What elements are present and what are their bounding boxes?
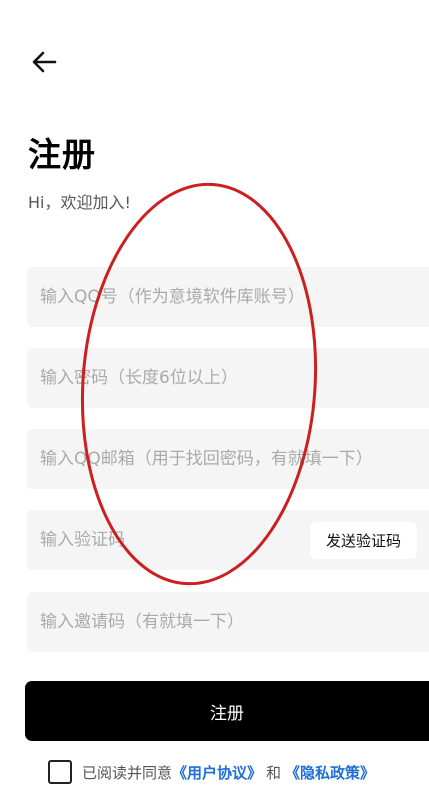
back-button[interactable] [30, 48, 58, 76]
verification-code-input[interactable] [40, 510, 300, 570]
agree-checkbox[interactable] [48, 760, 72, 784]
agreement-and: 和 [266, 763, 282, 782]
welcome-subtitle: Hi，欢迎加入! [28, 193, 131, 212]
register-button[interactable]: 注册 [25, 681, 429, 741]
page-title: 注册 [28, 135, 96, 174]
user-agreement-link[interactable]: 《用户协议》 [172, 762, 262, 783]
qq-field [27, 267, 429, 327]
qq-input[interactable] [40, 267, 410, 327]
agreement-row: 已阅读并同意 《用户协议》 和 《隐私政策》 [48, 759, 375, 785]
agreement-prefix: 已阅读并同意 [82, 763, 173, 782]
verification-code-field: 发送验证码 [27, 510, 429, 570]
invite-code-field [27, 592, 429, 652]
privacy-policy-link[interactable]: 《隐私政策》 [285, 762, 375, 783]
email-input[interactable] [40, 429, 410, 489]
password-input[interactable] [40, 348, 410, 408]
arrow-left-icon [32, 51, 57, 73]
send-code-button[interactable]: 发送验证码 [310, 522, 417, 559]
email-field [27, 429, 429, 489]
password-field [27, 348, 429, 408]
invite-code-input[interactable] [40, 592, 410, 652]
